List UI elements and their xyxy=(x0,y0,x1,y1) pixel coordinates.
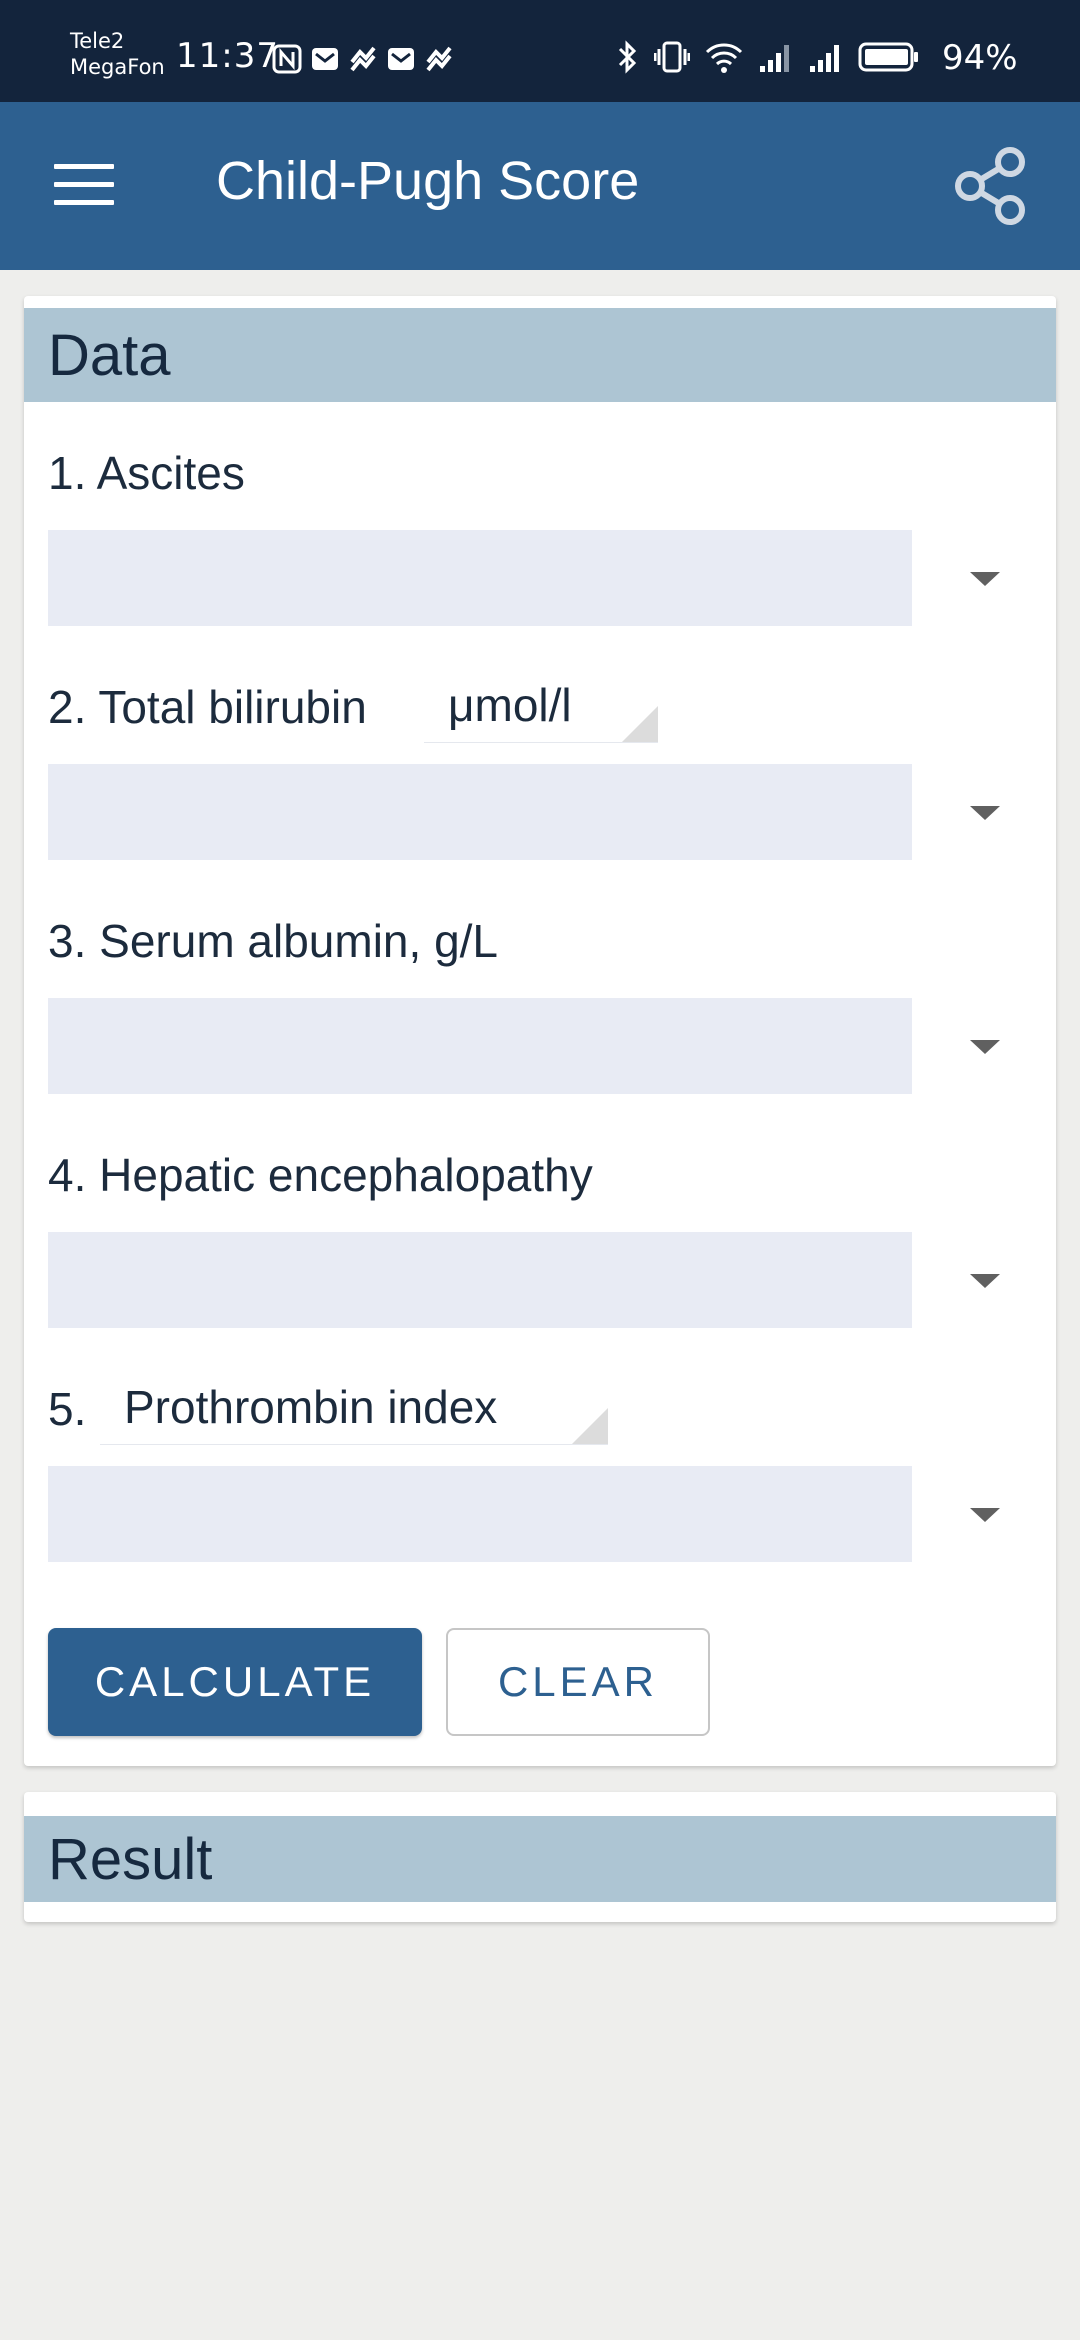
status-bar: Tele2 MegaFon 11:37 94% xyxy=(0,0,1080,102)
carrier-1: Tele2 xyxy=(70,29,125,53)
bilirubin-unit-select[interactable]: μmol/l xyxy=(424,672,658,743)
field-label-text: Ascites xyxy=(96,447,245,499)
clear-button[interactable]: CLEAR xyxy=(446,1628,710,1736)
chevron-down-icon[interactable] xyxy=(970,1508,1000,1522)
share-icon[interactable] xyxy=(954,146,1028,226)
page-title: Child-Pugh Score xyxy=(216,151,640,211)
carrier-names: Tele2 MegaFon xyxy=(70,28,180,80)
system-icons xyxy=(616,40,920,74)
chevron-down-icon[interactable] xyxy=(970,1040,1000,1054)
ascites-dropdown[interactable] xyxy=(48,530,912,626)
clock: 11:37 xyxy=(176,36,279,76)
prothrombin-dropdown[interactable] xyxy=(48,1466,912,1562)
swirl-icon xyxy=(350,46,376,72)
field-number: 3. xyxy=(48,915,87,967)
vibrate-icon xyxy=(654,41,690,73)
notification-icons xyxy=(272,44,454,74)
encephalopathy-dropdown[interactable] xyxy=(48,1232,912,1328)
field-label-text: Serum albumin, g/L xyxy=(99,915,499,967)
nfc-icon xyxy=(272,44,302,74)
field-label-albumin: 3. Serum albumin, g/L xyxy=(48,914,498,968)
field-number: 2. xyxy=(48,681,87,733)
carrier-2: MegaFon xyxy=(70,55,165,79)
calculate-button[interactable]: CALCULATE xyxy=(48,1628,422,1736)
data-card-header: Data xyxy=(24,308,1056,402)
wifi-icon xyxy=(705,43,743,73)
battery-icon xyxy=(858,42,918,72)
battery-percent: 94% xyxy=(942,38,1018,78)
result-card-header: Result xyxy=(24,1816,1056,1902)
bilirubin-unit: μmol/l xyxy=(448,679,572,731)
field-label-ascites: 1. Ascites xyxy=(48,446,245,500)
chevron-down-icon[interactable] xyxy=(970,806,1000,820)
albumin-dropdown[interactable] xyxy=(48,998,912,1094)
field-label-prothrombin-number: 5. xyxy=(48,1382,86,1436)
signal-icon xyxy=(810,45,839,72)
spinner-corner-icon xyxy=(622,706,658,742)
app-bar: Child-Pugh Score xyxy=(0,102,1080,270)
swirl-icon xyxy=(426,46,452,72)
data-card: Data 1. Ascites 2. Total bilirubin μmol/… xyxy=(24,296,1056,1766)
menu-icon[interactable] xyxy=(54,164,114,208)
chevron-down-icon[interactable] xyxy=(970,1274,1000,1288)
field-label-text: Hepatic encephalopathy xyxy=(99,1149,593,1201)
prothrombin-label: Prothrombin index xyxy=(124,1381,498,1433)
signal-icon xyxy=(760,45,789,72)
bilirubin-dropdown[interactable] xyxy=(48,764,912,860)
prothrombin-parameter-select[interactable]: Prothrombin index xyxy=(100,1374,608,1445)
field-number: 1. xyxy=(48,447,87,499)
field-label-text: Total bilirubin xyxy=(98,681,367,733)
mail-icon xyxy=(312,48,338,70)
field-label-bilirubin: 2. Total bilirubin xyxy=(48,680,367,734)
field-label-encephalopathy: 4. Hepatic encephalopathy xyxy=(48,1148,593,1202)
field-number: 5. xyxy=(48,1383,87,1435)
field-number: 4. xyxy=(48,1149,87,1201)
result-card-title: Result xyxy=(48,1827,213,1892)
spinner-corner-icon xyxy=(572,1408,608,1444)
chevron-down-icon[interactable] xyxy=(970,572,1000,586)
result-card: Result xyxy=(24,1792,1056,1922)
data-card-title: Data xyxy=(48,323,171,388)
mail-icon xyxy=(388,48,414,70)
bluetooth-icon xyxy=(618,40,637,74)
